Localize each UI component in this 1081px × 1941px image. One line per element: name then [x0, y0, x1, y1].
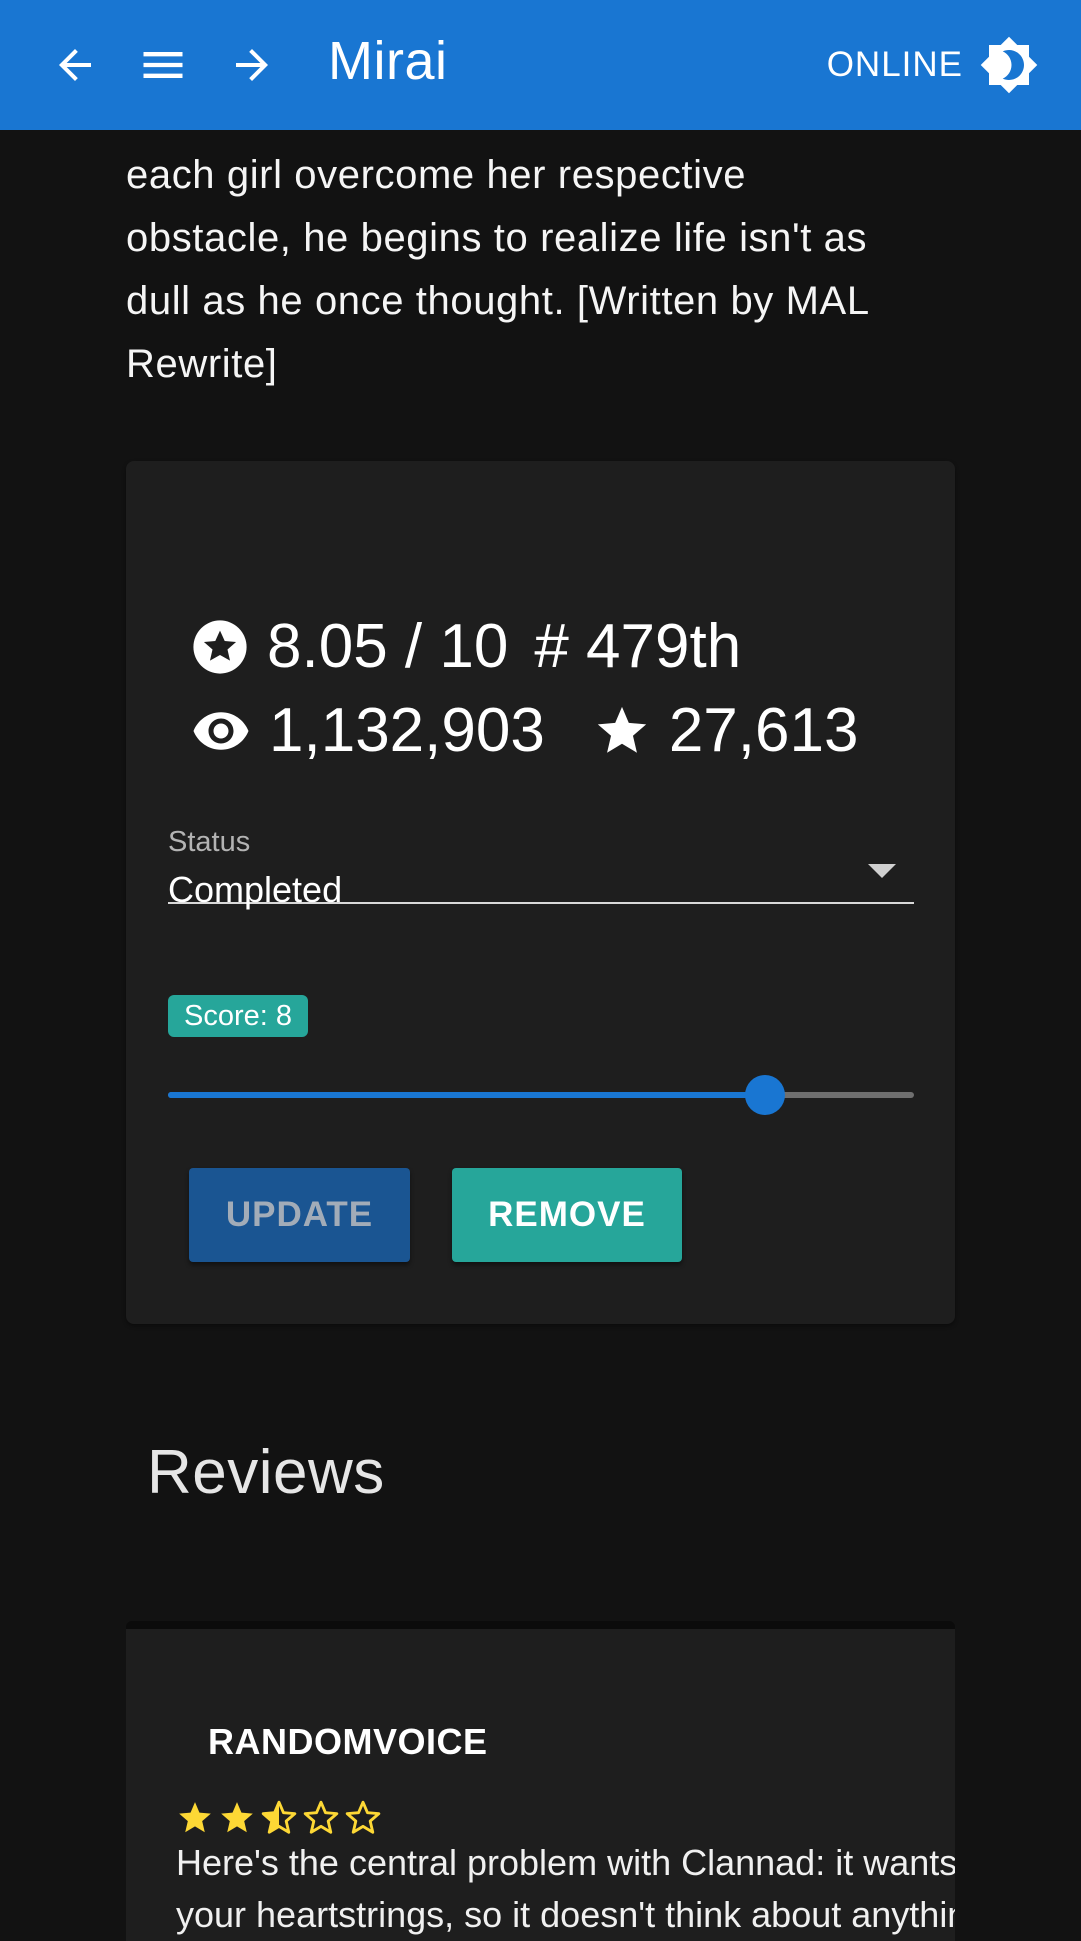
score-rank-row: 8.05 / 10 # 479th: [191, 611, 741, 682]
synopsis-line: dull as he once thought. [Written by MAL: [126, 279, 870, 323]
arrow-forward-icon: [236, 49, 268, 81]
arrow-back-icon: [59, 49, 91, 81]
score-badge: Score: 8: [168, 995, 308, 1037]
star-half-icon: [261, 1800, 297, 1834]
star-icon: [597, 706, 646, 753]
remove-button[interactable]: REMOVE: [452, 1168, 682, 1262]
dropdown-caret-icon: [868, 864, 896, 878]
mean-score: 8.05 / 10: [267, 612, 509, 681]
status-value: Completed: [168, 869, 343, 910]
forward-button[interactable]: [224, 37, 280, 93]
app-title: Mirai: [328, 31, 448, 91]
update-button[interactable]: UPDATE: [189, 1168, 410, 1262]
slider-thumb[interactable]: [744, 1075, 785, 1115]
theme-toggle-button[interactable]: [979, 35, 1039, 95]
review-card: RANDOMVOICE Here's the central problem w…: [126, 1621, 955, 1941]
rank: # 479th: [534, 612, 742, 681]
favorites-count: 27,613: [668, 696, 859, 765]
star-circle-icon: [193, 619, 247, 674]
app-bar: Mirai ONLINE: [0, 0, 1081, 130]
back-button[interactable]: [47, 37, 103, 93]
members-count: 1,132,903: [269, 696, 545, 765]
review-body-line: your heartstrings, so it doesn't think a…: [176, 1894, 955, 1935]
star-empty-icon: [303, 1800, 339, 1834]
menu-icon: [143, 52, 183, 78]
status-select[interactable]: Status Completed: [168, 826, 914, 910]
stats-card: 8.05 / 10 # 479th 1,132,903 27,613 Statu…: [126, 461, 955, 1324]
star-full-icon: [221, 1802, 253, 1833]
brightness-icon: [980, 36, 1038, 94]
review-rating: [176, 1799, 386, 1837]
slider-fill: [168, 1092, 765, 1098]
star-full-icon: [179, 1802, 211, 1833]
score-slider[interactable]: [168, 1075, 914, 1115]
review-body: Here's the central problem with Clannad:…: [176, 1837, 955, 1941]
synopsis-line: Rewrite]: [126, 342, 278, 386]
reviews-heading: Reviews: [147, 1438, 385, 1507]
review-body-line: Here's the central problem with Clannad:…: [176, 1842, 955, 1883]
synopsis-line: obstacle, he begins to realize life isn'…: [126, 216, 868, 260]
eye-icon: [193, 711, 249, 750]
members-favorites-row: 1,132,903 27,613: [191, 695, 858, 766]
status-label: Status: [168, 826, 251, 858]
star-empty-icon: [345, 1800, 381, 1834]
synopsis-line: each girl overcome her respective: [126, 153, 747, 197]
review-author[interactable]: RANDOMVOICE: [208, 1721, 488, 1763]
menu-button[interactable]: [135, 37, 191, 93]
synopsis-text: help each girl overcome her respective p…: [126, 100, 956, 396]
connection-status: ONLINE: [826, 45, 963, 84]
